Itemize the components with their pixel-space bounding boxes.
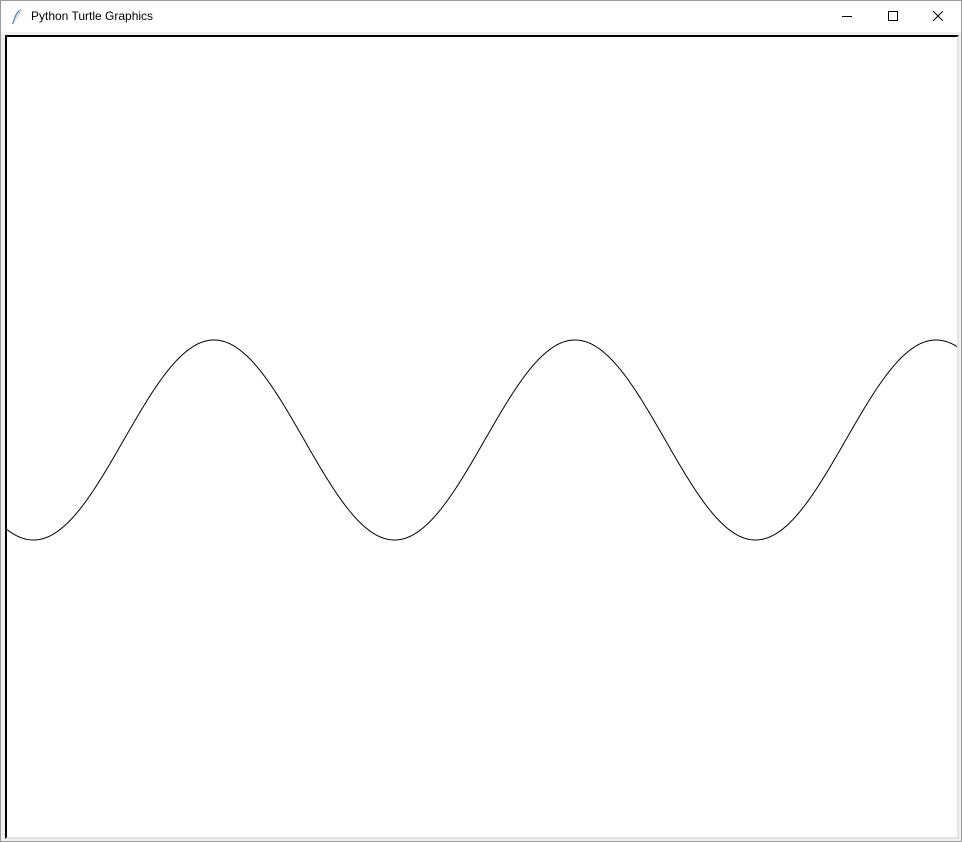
sine-wave-drawing — [7, 339, 957, 541]
turtle-canvas-frame[interactable] — [5, 35, 959, 839]
close-icon — [932, 8, 944, 26]
title-bar[interactable]: Python Turtle Graphics — [1, 1, 961, 32]
turtle-window: Python Turtle Graphics — [0, 0, 962, 842]
close-button[interactable] — [915, 1, 961, 32]
feather-icon — [11, 8, 23, 24]
maximize-button[interactable] — [870, 1, 916, 32]
minimize-icon — [842, 8, 852, 26]
window-title: Python Turtle Graphics — [31, 9, 154, 23]
turtle-canvas[interactable] — [7, 37, 957, 837]
maximize-icon — [888, 8, 898, 26]
minimize-button[interactable] — [824, 1, 870, 32]
